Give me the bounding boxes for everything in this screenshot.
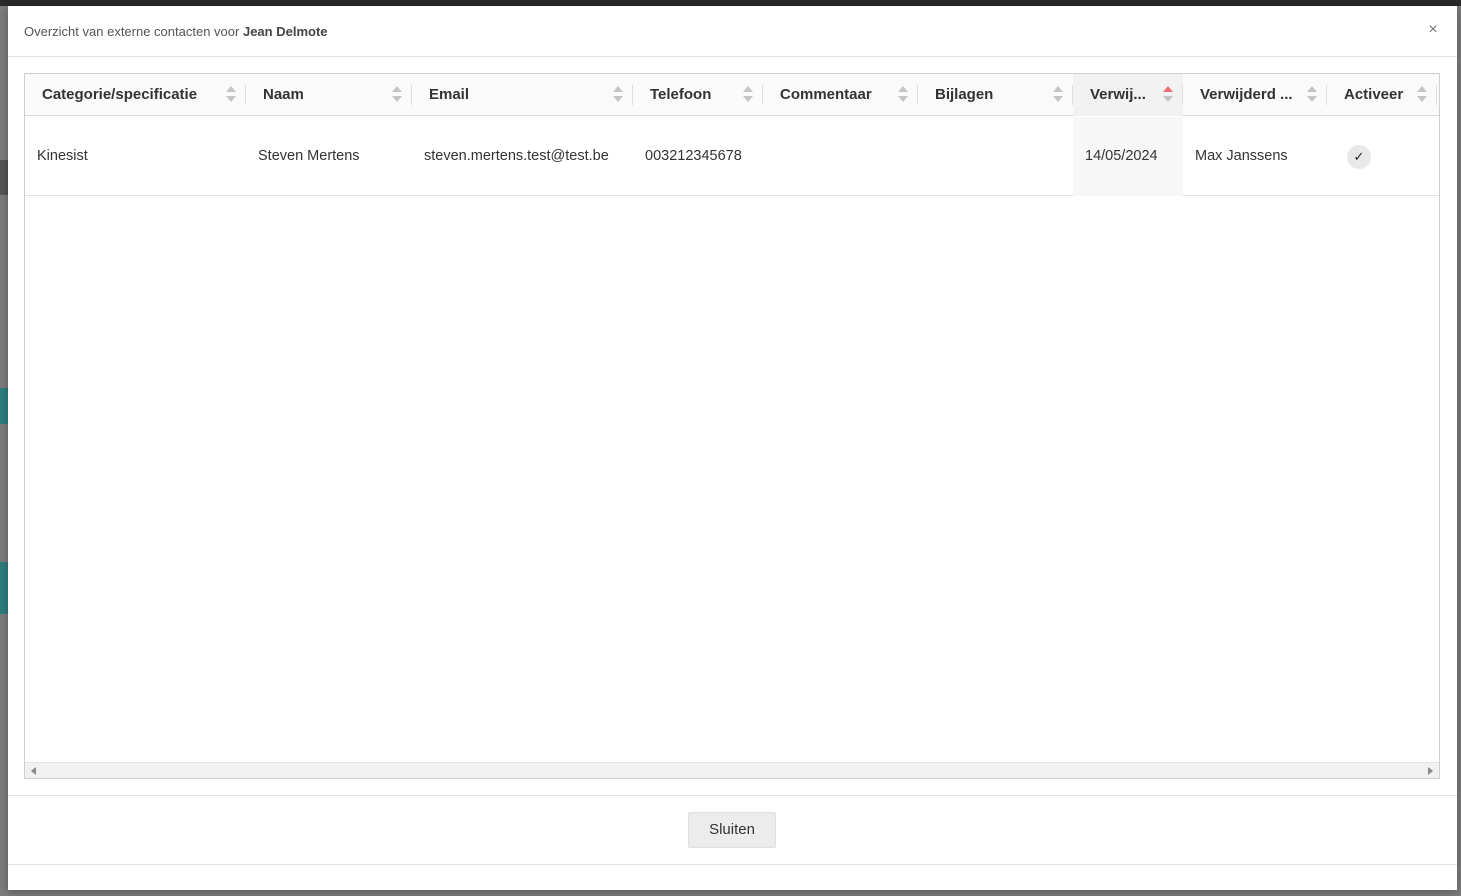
scroll-right-icon[interactable] <box>1428 767 1433 775</box>
sort-ascending-icon[interactable] <box>1163 86 1173 104</box>
column-header-phone[interactable]: Telefoon <box>633 74 763 116</box>
sort-icon[interactable] <box>898 86 908 104</box>
sort-icon[interactable] <box>226 86 236 104</box>
modal-title-prefix: Overzicht van externe contacten voor <box>24 24 240 39</box>
column-header-label: Categorie/specificatie <box>42 86 198 103</box>
close-button[interactable]: Sluiten <box>688 812 776 848</box>
grid-header: Categorie/specificatie Naam Email Telefo… <box>25 74 1439 116</box>
cell-phone: 003212345678 <box>645 148 742 164</box>
column-header-label: Activeer <box>1344 86 1404 103</box>
contacts-grid: Categorie/specificatie Naam Email Telefo… <box>24 73 1440 779</box>
column-header-name[interactable]: Naam <box>246 74 412 116</box>
column-header-label: Verwijderd ... <box>1200 86 1293 103</box>
column-header-attachments[interactable]: Bijlagen <box>918 74 1073 116</box>
column-header-label: Naam <box>263 86 304 103</box>
cell-name: Steven Mertens <box>258 148 360 164</box>
column-header-label: Email <box>429 86 470 103</box>
column-header-label: Verwij... <box>1090 86 1146 103</box>
column-header-label: Bijlagen <box>935 86 994 103</box>
modal-title-name: Jean Delmote <box>242 24 328 39</box>
column-header-deleted-on[interactable]: Verwij... <box>1073 74 1183 116</box>
background-strip <box>0 562 8 614</box>
sort-icon[interactable] <box>1417 86 1427 104</box>
column-header-label: Commentaar <box>780 86 872 103</box>
cell-deleted-by: Max Janssens <box>1195 148 1288 164</box>
modal-footer: Sluiten <box>8 795 1457 865</box>
scroll-left-icon[interactable] <box>31 767 36 775</box>
cell-category: Kinesist <box>37 148 88 164</box>
sort-icon[interactable] <box>1307 86 1317 104</box>
column-header-email[interactable]: Email <box>412 74 633 116</box>
activate-check-icon[interactable]: ✓ <box>1347 145 1371 169</box>
horizontal-scrollbar[interactable] <box>25 762 1439 778</box>
modal-title: Overzicht van externe contacten voor Jea… <box>24 24 328 39</box>
cell-deleted-on: 14/05/2024 <box>1073 117 1183 196</box>
background-strip <box>0 388 8 424</box>
sort-icon[interactable] <box>613 86 623 104</box>
external-contacts-modal: Overzicht van externe contacten voor Jea… <box>8 6 1457 890</box>
background-strip <box>0 160 8 195</box>
cell-attachments <box>918 117 1073 196</box>
column-header-comment[interactable]: Commentaar <box>763 74 918 116</box>
cell-email: steven.mertens.test@test.be <box>424 148 609 164</box>
sort-icon[interactable] <box>1053 86 1063 104</box>
modal-header: Overzicht van externe contacten voor Jea… <box>8 6 1457 57</box>
column-header-activate[interactable]: Activeer <box>1327 74 1437 116</box>
cell-comment <box>763 117 918 196</box>
column-header-deleted-by[interactable]: Verwijderd ... <box>1183 74 1327 116</box>
sort-icon[interactable] <box>743 86 753 104</box>
table-row[interactable]: Kinesist Steven Mertens steven.mertens.t… <box>25 117 1439 196</box>
column-header-label: Telefoon <box>650 86 712 103</box>
close-icon[interactable]: × <box>1425 22 1441 38</box>
column-header-category[interactable]: Categorie/specificatie <box>25 74 246 116</box>
sort-icon[interactable] <box>392 86 402 104</box>
